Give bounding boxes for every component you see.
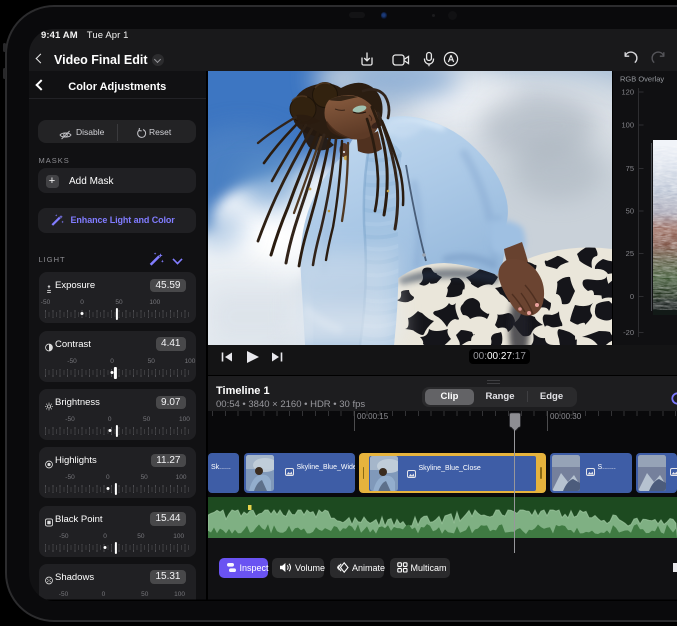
- svg-text:0: 0: [630, 292, 634, 301]
- svg-text:-20: -20: [623, 328, 634, 337]
- svg-text:100: 100: [621, 121, 634, 130]
- svg-text:25: 25: [626, 249, 634, 258]
- svg-text:120: 120: [621, 88, 634, 97]
- svg-text:75: 75: [626, 164, 634, 173]
- svg-text:50: 50: [626, 207, 634, 216]
- svg-text:RGB Overlay: RGB Overlay: [620, 75, 664, 84]
